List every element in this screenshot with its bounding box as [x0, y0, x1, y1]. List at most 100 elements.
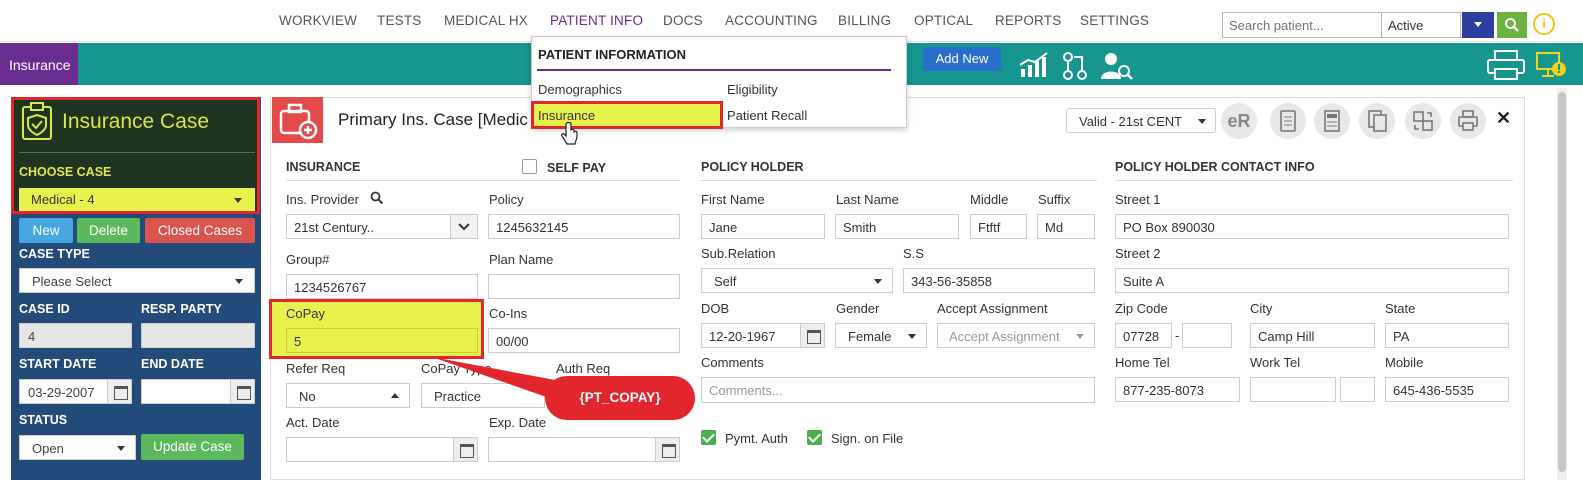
eligibility-select[interactable]: Valid - 21st CENT	[1066, 108, 1216, 133]
policy-field[interactable]: 1245632145	[488, 214, 680, 239]
work-tel-field[interactable]	[1250, 377, 1336, 402]
accept-assignment-select[interactable]: Accept Assignment	[937, 323, 1095, 348]
nav-workview[interactable]: WORKVIEW	[279, 13, 357, 28]
start-date-field[interactable]: 03-29-2007	[19, 379, 132, 404]
first-name-field[interactable]: Jane	[701, 214, 825, 239]
sub-relation-label: Sub.Relation	[701, 246, 776, 261]
chevron-down-icon	[458, 223, 470, 231]
pymt-auth-checkbox[interactable]	[701, 430, 716, 445]
closed-cases-button[interactable]: Closed Cases	[145, 218, 255, 243]
street1-field[interactable]: PO Box 890030	[1115, 214, 1509, 239]
tab-insurance[interactable]: Insurance	[0, 43, 78, 85]
last-name-label: Last Name	[836, 192, 899, 207]
close-icon[interactable]: ✕	[1496, 108, 1511, 129]
menu-item-eligibility[interactable]: Eligibility	[727, 82, 778, 97]
nav-medical-hx[interactable]: MEDICAL HX	[444, 13, 528, 28]
resp-party-field[interactable]	[141, 323, 255, 348]
nav-reports[interactable]: REPORTS	[995, 13, 1061, 28]
delete-case-button[interactable]: Delete	[77, 218, 140, 243]
zip-code-field[interactable]: 07728	[1115, 323, 1172, 348]
user-search-icon[interactable]	[1100, 51, 1134, 81]
calendar-icon[interactable]	[230, 380, 254, 403]
zip-ext-field[interactable]	[1182, 323, 1232, 348]
act-date-label: Act. Date	[286, 415, 340, 430]
choose-case-select[interactable]: Medical - 4	[19, 188, 255, 211]
patient-status-select[interactable]: Active	[1381, 12, 1461, 38]
search-icon[interactable]	[370, 191, 384, 205]
home-tel-field[interactable]: 877-235-8073	[1115, 377, 1240, 402]
calendar-icon[interactable]	[453, 438, 477, 461]
search-button[interactable]	[1497, 12, 1527, 38]
menu-item-patient-recall[interactable]: Patient Recall	[727, 108, 807, 123]
mobile-field[interactable]: 645-436-5535	[1385, 377, 1509, 402]
case-id-field: 4	[19, 323, 132, 348]
calendar-icon[interactable]	[655, 438, 679, 461]
gender-select[interactable]: Female	[835, 323, 927, 348]
city-field[interactable]: Camp Hill	[1250, 323, 1375, 348]
suffix-label: Suffix	[1038, 192, 1071, 207]
comments-textarea[interactable]: Comments...	[701, 377, 1095, 403]
calendar-icon[interactable]	[800, 324, 824, 347]
state-field[interactable]: PA	[1385, 323, 1509, 348]
alert-monitor-icon[interactable]	[1535, 49, 1567, 81]
refer-req-value: No	[299, 389, 316, 404]
divider	[19, 152, 255, 153]
choose-case-label: CHOOSE CASE	[19, 165, 112, 179]
act-date-field[interactable]	[286, 437, 478, 462]
scrollbar[interactable]	[1557, 88, 1567, 480]
exp-date-field[interactable]	[488, 437, 680, 462]
insurance-section-title: INSURANCE	[286, 160, 361, 174]
clipboard-icon[interactable]	[1270, 103, 1306, 139]
work-tel-ext-field[interactable]	[1340, 377, 1375, 402]
case-status-select[interactable]: Open	[19, 435, 136, 460]
nav-billing[interactable]: BILLING	[838, 13, 891, 28]
document-icon[interactable]	[1314, 103, 1350, 139]
nav-optical[interactable]: OPTICAL	[914, 13, 973, 28]
status-dropdown-button[interactable]	[1462, 12, 1494, 38]
ss-field[interactable]: 343-56-35858	[903, 268, 1095, 293]
dob-field[interactable]: 12-20-1967	[701, 323, 825, 348]
copy-icon[interactable]	[1359, 103, 1395, 139]
city-label: City	[1250, 301, 1273, 316]
print-icon[interactable]	[1450, 103, 1486, 139]
nav-docs[interactable]: DOCS	[663, 13, 703, 28]
menu-item-insurance[interactable]: Insurance	[538, 108, 595, 123]
group-field[interactable]: 1234526767	[286, 274, 478, 299]
case-type-select[interactable]: Please Select	[19, 268, 255, 293]
self-pay-checkbox[interactable]	[522, 159, 537, 174]
street1-label: Street 1	[1115, 192, 1161, 207]
middle-field[interactable]: Ftftf	[970, 214, 1027, 239]
dob-value: 12-20-1967	[709, 329, 776, 344]
add-new-button[interactable]: Add New	[923, 47, 1001, 71]
coins-field[interactable]: 00/00	[488, 328, 680, 353]
sub-relation-select[interactable]: Self	[701, 268, 893, 293]
swap-icon[interactable]	[1405, 103, 1441, 139]
auth-req-label: Auth Req	[556, 361, 611, 376]
mobile-label: Mobile	[1385, 355, 1424, 370]
last-name-field[interactable]: Smith	[835, 214, 959, 239]
suffix-field[interactable]: Md	[1037, 214, 1095, 239]
ins-provider-dropdown[interactable]	[450, 214, 478, 239]
calendar-icon[interactable]	[107, 380, 131, 403]
nav-settings[interactable]: SETTINGS	[1080, 13, 1149, 28]
workflow-icon[interactable]	[1062, 51, 1088, 81]
nav-patient-info[interactable]: PATIENT INFO	[550, 13, 643, 28]
info-icon[interactable]: i	[1533, 13, 1555, 35]
er-icon[interactable]: eR	[1221, 103, 1257, 139]
update-case-button[interactable]: Update Case	[141, 434, 244, 460]
printer-icon[interactable]	[1486, 49, 1526, 81]
menu-item-demographics[interactable]: Demographics	[538, 82, 622, 97]
sign-on-file-checkbox[interactable]	[807, 430, 822, 445]
search-patient-input[interactable]	[1222, 12, 1382, 38]
copay-field[interactable]: 5	[286, 328, 478, 353]
street2-field[interactable]: Suite A	[1115, 268, 1509, 293]
nav-tests[interactable]: TESTS	[377, 13, 422, 28]
chart-icon[interactable]	[1018, 51, 1050, 79]
home-tel-label: Home Tel	[1115, 355, 1170, 370]
refer-req-select[interactable]: No	[286, 383, 410, 408]
end-date-field[interactable]	[141, 379, 255, 404]
new-case-button[interactable]: New	[19, 218, 73, 243]
nav-accounting[interactable]: ACCOUNTING	[725, 13, 818, 28]
scrollbar-thumb[interactable]	[1558, 92, 1566, 472]
plan-name-field[interactable]	[488, 274, 680, 299]
